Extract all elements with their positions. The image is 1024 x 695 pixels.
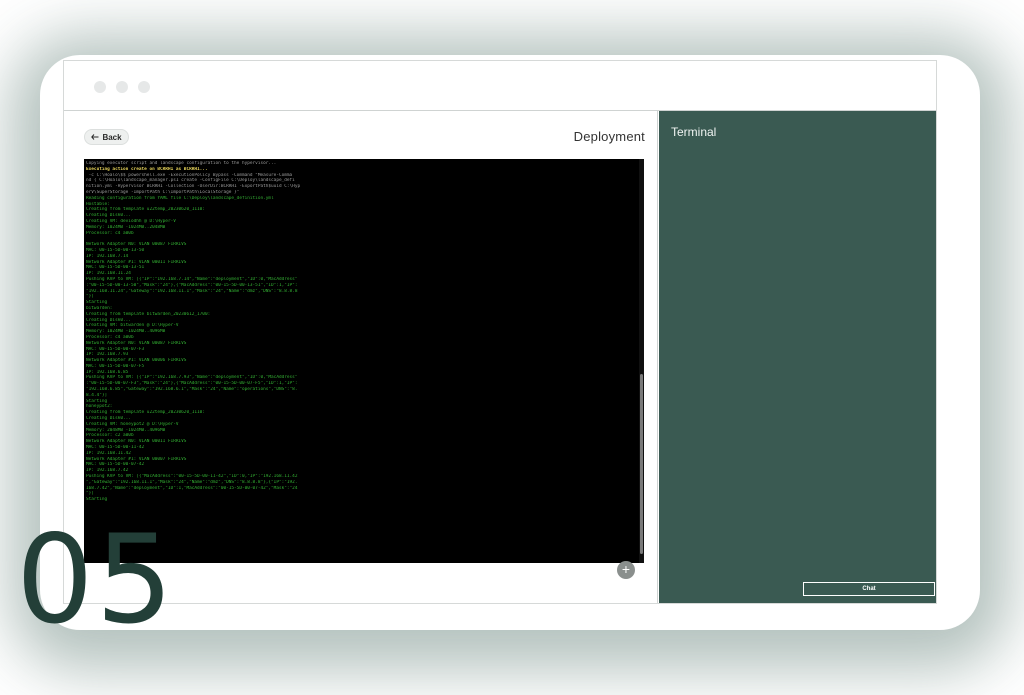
chat-button[interactable]: Chat: [803, 582, 935, 596]
back-button[interactable]: Back: [84, 129, 129, 145]
add-button[interactable]: +: [617, 561, 635, 579]
back-button-label: Back: [102, 132, 122, 142]
arrow-left-icon: [91, 133, 99, 142]
window-control-close-icon[interactable]: [94, 81, 106, 93]
console-lines: Copying executor script and landscape co…: [86, 161, 636, 503]
terminal-panel: Terminal Chat: [659, 111, 936, 603]
window-control-maximize-icon[interactable]: [138, 81, 150, 93]
console-scrollbar-thumb[interactable]: [640, 374, 643, 554]
window-control-minimize-icon[interactable]: [116, 81, 128, 93]
section-number: 05: [16, 509, 176, 651]
console-line: Starting: [86, 497, 108, 503]
console-scrollbar[interactable]: [639, 159, 644, 563]
app-window: Back Deployment Copying executor script …: [63, 60, 937, 604]
window-titlebar: [64, 61, 936, 111]
terminal-title: Terminal: [671, 125, 717, 139]
deployment-console-output[interactable]: Copying executor script and landscape co…: [84, 159, 644, 563]
page-title: Deployment: [573, 129, 645, 144]
